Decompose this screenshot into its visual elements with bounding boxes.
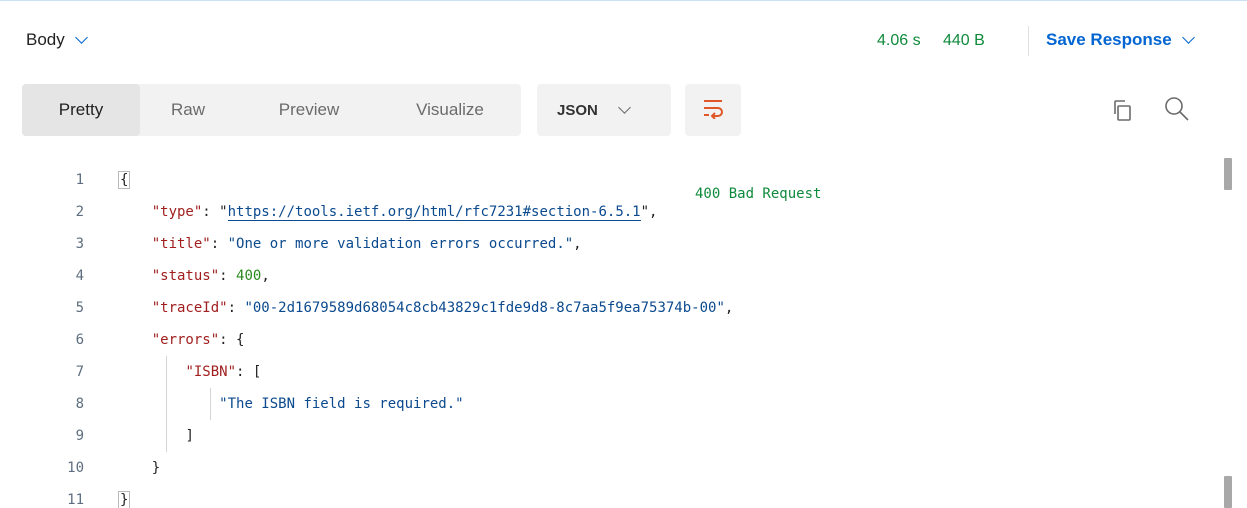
line-number: 8 [75, 396, 84, 412]
line-number: 6 [75, 332, 84, 348]
code-text: { [118, 164, 131, 196]
code-text: } [118, 484, 131, 508]
line-number: 4 [75, 268, 84, 284]
search-button[interactable] [1162, 94, 1192, 124]
code-line: 8 "The ISBN field is required." [0, 388, 1200, 420]
copy-icon [1108, 100, 1136, 128]
indent-guide [166, 356, 167, 452]
code-line: 2 "type": "https://tools.ietf.org/html/r… [0, 196, 1200, 228]
json-string: "00-2d1679589d68054c8cb43829c1fde9d8-8c7… [244, 300, 725, 316]
brace-match-open: { [118, 171, 131, 189]
vertical-scrollbar-thumb[interactable] [1224, 476, 1232, 508]
code-line: 4 "status": 400, [0, 260, 1200, 292]
header-divider [1028, 26, 1029, 56]
code-line: 1 { [0, 164, 1200, 196]
code-line: 11 } [0, 484, 1200, 508]
json-key: "title" [151, 236, 211, 252]
word-wrap-button[interactable] [685, 84, 741, 136]
code-line: 3 "title": "One or more validation error… [0, 228, 1200, 260]
code-text: "errors": { [151, 332, 245, 348]
code-text: "traceId": "00-2d1679589d68054c8cb43829c… [151, 300, 734, 316]
line-number: 9 [75, 428, 84, 444]
search-icon [1162, 97, 1192, 128]
json-number: 400 [236, 268, 262, 284]
json-key: "traceId" [151, 300, 228, 316]
line-number: 3 [75, 236, 84, 252]
response-body-viewer[interactable]: 1 { 2 "type": "https://tools.ietf.org/ht… [0, 164, 1247, 508]
code-text: "status": 400, [151, 268, 270, 284]
code-text: "The ISBN field is required." [118, 388, 464, 420]
close-inner-brace: } [151, 460, 161, 476]
tab-visualize[interactable]: Visualize [396, 84, 504, 136]
tab-preview[interactable]: Preview [257, 84, 361, 136]
json-string: "One or more validation errors occurred.… [227, 236, 574, 252]
vertical-scrollbar-thumb[interactable] [1224, 158, 1232, 190]
format-dropdown-label: JSON [557, 101, 598, 119]
json-string: "The ISBN field is required." [219, 396, 464, 412]
code-line: 10 } [0, 452, 1200, 484]
code-line: 7 "ISBN": [ [0, 356, 1200, 388]
tab-raw[interactable]: Raw [160, 84, 216, 136]
chevron-down-icon [74, 31, 88, 44]
body-dropdown-label: Body [26, 30, 65, 49]
indent-guide [210, 388, 211, 420]
chevron-down-icon [617, 101, 631, 114]
json-key: "errors" [151, 332, 220, 348]
json-key: "type" [151, 204, 203, 220]
json-key: "status" [151, 268, 220, 284]
json-url-link[interactable]: https://tools.ietf.org/html/rfc7231#sect… [227, 204, 641, 221]
line-number: 2 [75, 204, 84, 220]
code-text: } [118, 452, 160, 484]
panel-top-border [0, 0, 1247, 1]
line-number: 10 [67, 460, 84, 476]
save-response-label: Save Response [1046, 30, 1172, 49]
brace-match-close: } [118, 491, 131, 508]
line-number: 1 [75, 172, 84, 188]
line-number: 11 [67, 492, 84, 508]
code-line: 9 ] [0, 420, 1200, 452]
response-header: Body 400 Bad Request 4.06 s 440 B Save R… [0, 22, 1247, 202]
code-line: 5 "traceId": "00-2d1679589d68054c8cb4382… [0, 292, 1200, 324]
code-text: "type": "https://tools.ietf.org/html/rfc… [151, 204, 658, 221]
code-text: "title": "One or more validation errors … [151, 236, 582, 252]
save-response-button[interactable]: Save Response [1046, 30, 1195, 50]
line-number: 7 [75, 364, 84, 380]
response-time[interactable]: 4.06 s [877, 32, 921, 50]
chevron-down-icon [1181, 31, 1195, 44]
code-text: "ISBN": [ [185, 364, 262, 380]
close-bracket: ] [185, 428, 194, 444]
body-dropdown[interactable]: Body [26, 30, 88, 50]
tab-pretty[interactable]: Pretty [22, 84, 140, 136]
word-wrap-icon [701, 97, 725, 124]
view-mode-tabs: Pretty Raw Preview Visualize [22, 84, 521, 136]
code-line: 6 "errors": { [0, 324, 1200, 356]
line-number: 5 [75, 300, 84, 316]
response-size[interactable]: 440 B [943, 32, 985, 50]
json-key: "ISBN" [185, 364, 237, 380]
code-text: ] [118, 420, 194, 452]
copy-button[interactable] [1108, 96, 1136, 124]
format-dropdown[interactable]: JSON [537, 84, 671, 136]
